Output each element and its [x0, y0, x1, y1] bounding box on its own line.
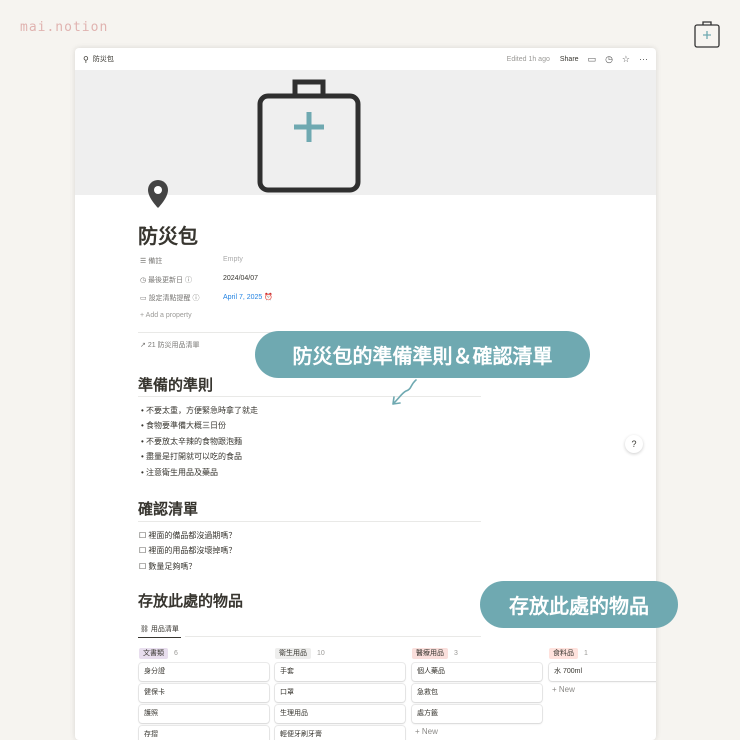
board-card[interactable]: 水 700ml [549, 663, 656, 681]
todo-item[interactable]: ☐ 裡面的用品都沒壞掉嗎？ [139, 545, 236, 556]
add-property-button[interactable]: + Add a property [140, 312, 192, 319]
divider [185, 636, 481, 637]
board-column: 文書類 6 身分證 健保卡 護照 存摺 [139, 642, 269, 740]
page-cover[interactable] [75, 70, 656, 195]
heading-guidelines: 準備的準則 [138, 377, 214, 394]
date: April 7, 2025 [223, 294, 263, 301]
bullet-item: • 盡量是打開就可以吃的食品 [141, 452, 243, 461]
board-column: 食料品 1 水 700ml + New [549, 642, 656, 695]
property-reminder[interactable]: ▭ 設定清點提醒 ⓘ [140, 293, 200, 303]
heading-storage: 存放此處的物品 [138, 593, 244, 610]
todo-item[interactable]: ☐ 數量足夠嗎？ [139, 561, 196, 572]
top-bar: ⚲ 防災包 Edited 1h ago Share ▭ ◷ ☆ ··· [75, 48, 656, 70]
group-count: 1 [584, 650, 588, 657]
todo-item[interactable]: ☐ 裡面的備品都沒過期嗎？ [139, 530, 236, 541]
callout-storage: 存放此處的物品 [480, 581, 678, 628]
divider [138, 396, 481, 397]
callout-guidelines: 防災包的準備準則＆確認清單 [255, 331, 590, 378]
board-card[interactable]: 輕便牙刷牙膏 [275, 726, 405, 740]
board-column: 醫療用品 3 個人藥品 急救包 處方籤 + New [412, 642, 542, 737]
board-column: 衛生用品 10 手套 口罩 生理用品 輕便牙刷牙膏 [275, 642, 405, 740]
board-card[interactable]: 存摺 [139, 726, 269, 740]
board-card[interactable]: 個人藥品 [412, 663, 542, 681]
divider [138, 521, 481, 522]
board-card[interactable]: 護照 [139, 705, 269, 723]
heading-checklist: 確認清單 [138, 501, 199, 518]
edited-status: Edited 1h ago [506, 55, 550, 63]
new-card-button[interactable]: + New [549, 685, 656, 695]
board-card[interactable]: 健保卡 [139, 684, 269, 702]
notion-window: ⚲ 防災包 Edited 1h ago Share ▭ ◷ ☆ ··· 防災包 … [75, 48, 656, 740]
board-card[interactable]: 手套 [275, 663, 405, 681]
bullet-item: • 食物要準備大概三日份 [141, 421, 227, 430]
group-count: 6 [174, 650, 178, 657]
group-tag: 衛生用品 [275, 648, 311, 659]
label: 21 防災用品清單 [147, 342, 200, 349]
comment-icon[interactable]: ▭ [588, 54, 597, 65]
first-aid-kit-icon [257, 79, 361, 193]
location-pin-icon: ⚲ [83, 54, 89, 64]
bullet-item: • 注意衛生用品及藥品 [141, 468, 219, 477]
board-card[interactable]: 身分證 [139, 663, 269, 681]
bullet-item: • 不要太重，方便緊急時拿了就走 [141, 406, 259, 415]
new-card-button[interactable]: + New [412, 727, 542, 737]
prop-value[interactable]: Empty [223, 256, 243, 263]
prop-label: 備註 [148, 258, 163, 265]
label: Add a property [145, 312, 192, 319]
new-label: New [558, 685, 575, 694]
page-icon-map-pin[interactable] [147, 179, 169, 209]
group-tag: 醫療用品 [412, 648, 448, 659]
property-notes[interactable]: ☰ 備註 [140, 256, 162, 266]
board-card[interactable]: 處方籤 [412, 705, 542, 723]
board-card[interactable]: 口罩 [275, 684, 405, 702]
new-label: New [421, 727, 438, 736]
prop-label: 設定清點提醒 [148, 295, 191, 302]
more-icon[interactable]: ··· [639, 54, 648, 64]
group-tag: 文書類 [139, 648, 168, 659]
board-card[interactable]: 生理用品 [275, 705, 405, 723]
prop-label: 最後更新日 [148, 277, 184, 284]
brand-logo: mai.notion [20, 20, 109, 35]
alarm-icon: ⏰ [264, 294, 273, 301]
page-title[interactable]: 防災包 [138, 220, 198, 249]
history-icon[interactable]: ◷ [605, 54, 613, 65]
relation-link[interactable]: ↗ 21 防災用品清單 [140, 340, 200, 350]
property-last-updated[interactable]: ◷ 最後更新日 ⓘ [140, 275, 192, 285]
group-tag: 食料品 [549, 648, 578, 659]
arrow-icon [392, 379, 417, 405]
first-aid-kit-icon [694, 21, 720, 48]
star-icon[interactable]: ☆ [622, 54, 630, 65]
group-count: 3 [454, 650, 458, 657]
help-button[interactable]: ? [625, 435, 643, 453]
board-card[interactable]: 急救包 [412, 684, 542, 702]
share-button[interactable]: Share [560, 56, 579, 63]
bullet-item: • 不要放太辛辣的食物跟泡麵 [141, 437, 243, 446]
breadcrumb[interactable]: 防災包 [93, 54, 114, 64]
group-count: 10 [317, 650, 325, 657]
prop-value[interactable]: 2024/04/07 [223, 275, 258, 282]
tab-item-list[interactable]: ⛓ 用品清單 [138, 624, 181, 638]
prop-value[interactable]: April 7, 2025 ⏰ [223, 293, 273, 301]
